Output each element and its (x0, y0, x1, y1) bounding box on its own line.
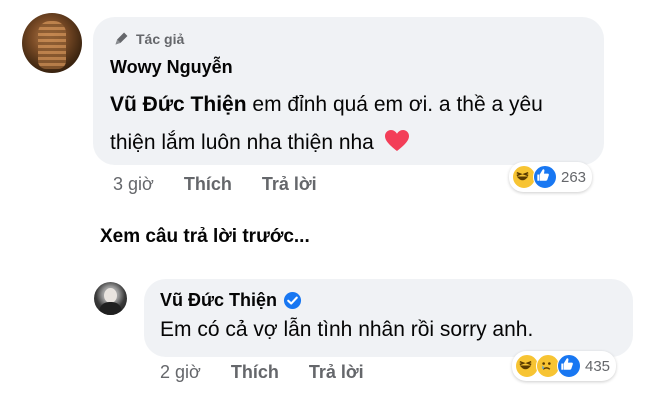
reply-meta: 2 giờ Thích Trả lời (160, 362, 394, 383)
avatar-head (104, 288, 117, 303)
reply-reaction-count: 435 (585, 357, 611, 375)
reply-author-name[interactable]: Vũ Đức Thiện (160, 290, 277, 311)
reply-author-row: Vũ Đức Thiện (160, 290, 302, 311)
comment-text: Vũ Đức Thiện em đỉnh quá em ơi. a thề a … (110, 86, 570, 162)
author-avatar[interactable] (22, 13, 82, 73)
comment-time[interactable]: 3 giờ (113, 174, 154, 195)
like-reaction-icon (533, 165, 557, 189)
reaction-summary[interactable]: 263 (509, 162, 593, 192)
heart-emoji-icon (384, 130, 409, 151)
avatar-body (99, 302, 122, 315)
reply-like-button[interactable]: Thích (231, 362, 279, 383)
comment-meta: 3 giờ Thích Trả lời (113, 174, 347, 195)
reply-text: Em có cả vợ lẫn tình nhân rồi sorry anh. (160, 318, 534, 341)
reply-author-avatar[interactable] (94, 282, 127, 315)
like-reaction-icon (557, 354, 581, 378)
reply-time[interactable]: 2 giờ (160, 362, 201, 383)
reply-reply-button[interactable]: Trả lời (309, 362, 364, 383)
reply-reaction-summary[interactable]: 435 (512, 351, 617, 381)
view-previous-replies-link[interactable]: Xem câu trả lời trước... (100, 226, 310, 248)
pen-icon (115, 32, 128, 45)
reply-button[interactable]: Trả lời (262, 174, 317, 195)
author-badge-label: Tác giả (136, 30, 185, 47)
reaction-count: 263 (561, 168, 587, 186)
like-button[interactable]: Thích (184, 174, 232, 195)
author-badge: Tác giả (113, 30, 184, 47)
mention-link[interactable]: Vũ Đức Thiện (110, 93, 247, 116)
avatar-face (38, 21, 66, 69)
verified-badge-icon (283, 291, 302, 310)
comment-author-name[interactable]: Wowy Nguyễn (110, 57, 233, 78)
